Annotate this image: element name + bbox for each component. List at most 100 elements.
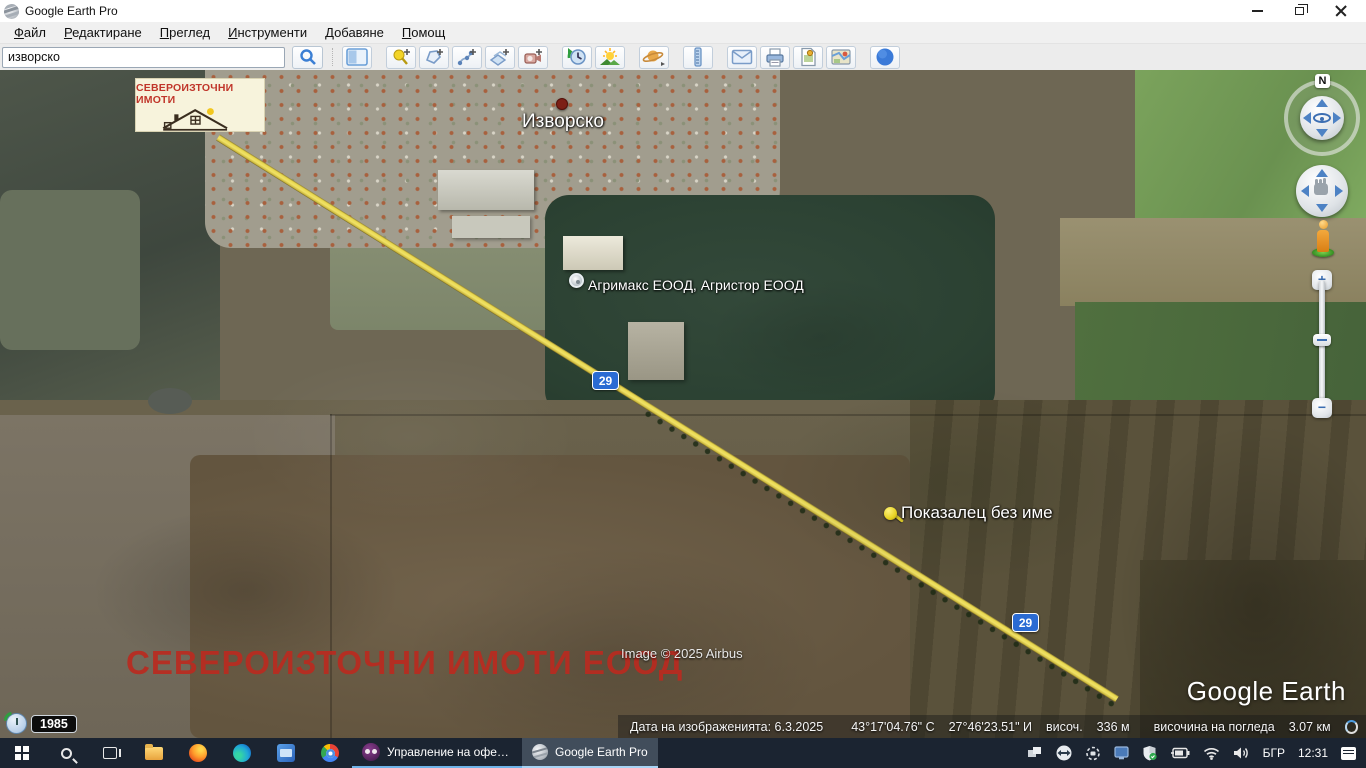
sunlight-icon	[599, 47, 621, 67]
globe-icon	[875, 47, 895, 67]
placemark-label[interactable]: Показалец без име	[901, 503, 1053, 523]
photos-app-button[interactable]	[264, 738, 308, 768]
google-earth-wordmark: Google Earth	[1187, 676, 1346, 707]
historical-year-button[interactable]: 1985	[31, 715, 77, 733]
add-placemark-button[interactable]	[386, 46, 416, 69]
historical-imagery-widget[interactable]: 1985	[6, 713, 77, 734]
menu-edit[interactable]: Редактиране	[56, 23, 150, 42]
menu-help[interactable]: Помощ	[394, 23, 453, 42]
move-right-arrow-icon[interactable]	[1335, 185, 1343, 197]
globe-button[interactable]	[870, 46, 900, 69]
task-label: Google Earth Pro	[555, 745, 648, 759]
elevation-label: височ.	[1046, 720, 1083, 734]
google-earth-window: Google Earth Pro Файл Редактиране Прегле…	[0, 0, 1366, 768]
view-in-google-maps-button[interactable]	[826, 46, 856, 69]
ruler-icon	[691, 47, 705, 67]
look-down-arrow-icon[interactable]	[1316, 129, 1328, 137]
zoom-out-button[interactable]: −	[1312, 398, 1332, 418]
road-shield-number: 29	[1019, 616, 1032, 630]
record-tour-button[interactable]	[518, 46, 548, 69]
move-left-arrow-icon[interactable]	[1301, 185, 1309, 197]
taskbar-search-button[interactable]	[44, 738, 88, 768]
sunlight-button[interactable]	[595, 46, 625, 69]
izvorsko-place-label[interactable]: Изворско	[522, 111, 604, 133]
street-view-pegman[interactable]	[1310, 220, 1336, 258]
look-left-arrow-icon[interactable]	[1303, 112, 1311, 124]
search-input[interactable]	[2, 47, 285, 68]
add-path-icon	[456, 47, 478, 67]
menu-add[interactable]: Добавяне	[317, 23, 392, 42]
add-placemark-icon	[390, 47, 412, 67]
move-up-arrow-icon[interactable]	[1316, 169, 1328, 177]
firefox-button[interactable]	[176, 738, 220, 768]
language-indicator[interactable]: БГР	[1263, 746, 1285, 760]
teamviewer-icon[interactable]	[1056, 745, 1072, 761]
wifi-icon[interactable]	[1203, 747, 1220, 760]
compass-north-label[interactable]: N	[1315, 74, 1330, 88]
company-logo: СЕВЕРОИЗТОЧНИ ИМОТИ	[135, 78, 265, 132]
menu-tools[interactable]: Инструменти	[220, 23, 315, 42]
field-patch	[0, 190, 140, 350]
add-path-button[interactable]	[452, 46, 482, 69]
windows-taskbar: Управление на офер... Google Earth Pro Б…	[0, 738, 1366, 768]
elevation-value: 336 м	[1097, 720, 1130, 734]
historical-imagery-button[interactable]	[562, 46, 592, 69]
streaming-spinner-icon	[1345, 720, 1358, 734]
map-viewport[interactable]: СЕВЕРОИЗТОЧНИ ИМОТИ Изворско Агримакс ЕО…	[0, 70, 1366, 738]
action-center-icon[interactable]	[1341, 747, 1356, 760]
print-button[interactable]	[760, 46, 790, 69]
google-earth-app-icon	[532, 744, 548, 760]
save-image-button[interactable]	[793, 46, 823, 69]
add-image-overlay-icon	[489, 47, 511, 67]
zoom-slider: + −	[1310, 270, 1334, 418]
sync-app-icon[interactable]	[1085, 746, 1101, 761]
restore-button[interactable]	[1278, 0, 1320, 22]
clock[interactable]: 12:31	[1298, 746, 1328, 760]
imagery-date: Дата на изображенията: 6.3.2025	[630, 720, 823, 734]
ruler-button[interactable]	[683, 46, 713, 69]
pan-hand-icon	[1314, 183, 1328, 195]
offer-app-icon	[362, 743, 380, 761]
tray-overflow-icon[interactable]	[1027, 746, 1043, 760]
toolbar-separator	[332, 48, 333, 66]
status-bar: Дата на изображенията: 6.3.2025 43°17'04…	[618, 715, 1366, 738]
task-google-earth-pro[interactable]: Google Earth Pro	[522, 738, 658, 768]
battery-icon[interactable]	[1170, 747, 1190, 759]
field-patch	[1140, 560, 1366, 738]
look-up-arrow-icon[interactable]	[1316, 99, 1328, 107]
start-button[interactable]	[0, 738, 44, 768]
menu-bar: Файл Редактиране Преглед Инструменти Доб…	[0, 22, 1366, 44]
add-image-overlay-button[interactable]	[485, 46, 515, 69]
minimize-button[interactable]	[1236, 0, 1278, 22]
email-button[interactable]	[727, 46, 757, 69]
print-icon	[764, 47, 786, 67]
edge-button[interactable]	[220, 738, 264, 768]
display-icon[interactable]	[1114, 746, 1129, 760]
volume-icon[interactable]	[1233, 746, 1250, 760]
add-polygon-button[interactable]	[419, 46, 449, 69]
menu-file[interactable]: Файл	[6, 23, 54, 42]
close-button[interactable]	[1320, 0, 1362, 22]
task-offer-management[interactable]: Управление на офер...	[352, 738, 522, 768]
menu-view[interactable]: Преглед	[152, 23, 218, 42]
business-label[interactable]: Агримакс ЕООД, Агристор ЕООД	[588, 277, 804, 293]
edge-icon	[233, 744, 251, 762]
sidebar-toggle-button[interactable]	[342, 46, 372, 69]
file-explorer-button[interactable]	[132, 738, 176, 768]
task-view-button[interactable]	[88, 738, 132, 768]
look-right-arrow-icon[interactable]	[1333, 112, 1341, 124]
izvorsko-place-marker[interactable]	[556, 98, 568, 110]
warehouse-building	[563, 236, 623, 270]
windows-security-icon[interactable]	[1142, 745, 1157, 761]
zoom-handle[interactable]	[1313, 334, 1331, 346]
business-marker[interactable]	[569, 273, 584, 288]
move-down-arrow-icon[interactable]	[1316, 204, 1328, 212]
planets-button[interactable]	[639, 46, 669, 69]
search-button[interactable]	[292, 46, 323, 69]
historical-clock-icon[interactable]	[6, 713, 27, 734]
minimize-icon	[1252, 10, 1263, 12]
historical-imagery-icon	[566, 47, 588, 67]
eye-altitude-label: височина на погледа	[1154, 720, 1275, 734]
chrome-button[interactable]	[308, 738, 352, 768]
company-logo-text: СЕВЕРОИЗТОЧНИ ИМОТИ	[136, 82, 264, 106]
